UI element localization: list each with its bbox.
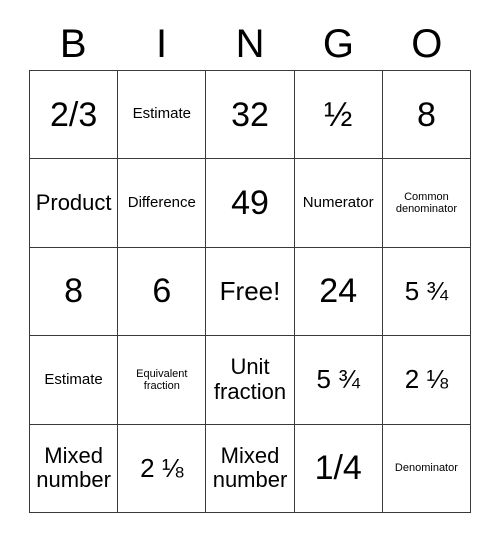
bingo-header-letter-g: G [322, 22, 354, 66]
bingo-cell-g1[interactable]: ½ [294, 71, 383, 160]
bingo-cell-i2[interactable]: Difference [118, 159, 207, 248]
bingo-cell-label: 2/3 [49, 95, 98, 134]
bingo-cell-b5[interactable]: Mixed number [30, 424, 119, 514]
bingo-header-letter-n: N [235, 22, 265, 66]
bingo-header-letter-b: B [59, 22, 87, 66]
bingo-cell-label: Mixed number [36, 442, 111, 493]
bingo-cell-label: 8 [416, 95, 436, 134]
bingo-grid: 2/3 Estimate 32 ½ 8 Product Difference 4… [29, 70, 472, 514]
bingo-cell-label: Denominator [394, 462, 458, 475]
bingo-cell-label: Numerator [302, 193, 374, 211]
bingo-cell-label: 32 [231, 95, 269, 134]
bingo-cell-o3[interactable]: 5 ¾ [382, 247, 472, 337]
bingo-row: Estimate Equivalent fraction Unit fracti… [30, 336, 472, 425]
bingo-cell-label: 49 [231, 184, 269, 223]
bingo-cell-label: 2 ⅛ [404, 364, 449, 395]
bingo-cell-g2[interactable]: Numerator [294, 159, 383, 248]
bingo-cell-label: Mixed number [212, 442, 288, 493]
bingo-cell-b4[interactable]: Estimate [30, 336, 119, 425]
bingo-cell-label: 6 [152, 272, 172, 311]
bingo-cell-o2[interactable]: Common denominator [382, 159, 472, 248]
bingo-cell-n4[interactable]: Unit fraction [206, 336, 295, 425]
bingo-cell-g4[interactable]: 5 ¾ [294, 336, 383, 425]
bingo-cell-n2[interactable]: 49 [206, 159, 295, 248]
bingo-row: 2/3 Estimate 32 ½ 8 [30, 71, 472, 160]
bingo-cell-label: Estimate [44, 370, 103, 388]
bingo-cell-label: 8 [64, 272, 84, 311]
bingo-cell-label: Free! [219, 275, 281, 306]
bingo-cell-i4[interactable]: Equivalent fraction [118, 336, 207, 425]
bingo-header-row: B I N G O [29, 18, 471, 70]
bingo-cell-label: Common denominator [395, 190, 457, 216]
bingo-cell-label: Estimate [132, 105, 191, 123]
bingo-cell-label: 5 ¾ [316, 364, 360, 395]
bingo-cell-b1[interactable]: 2/3 [30, 71, 119, 160]
bingo-cell-g5[interactable]: 1/4 [294, 424, 383, 514]
bingo-cell-b2[interactable]: Product [30, 159, 119, 248]
bingo-cell-n1[interactable]: 32 [206, 71, 295, 160]
bingo-cell-label: 5 ¾ [404, 275, 449, 306]
bingo-cell-label: Unit fraction [213, 354, 287, 404]
bingo-cell-label: Product [35, 189, 112, 215]
bingo-cell-label: ½ [324, 95, 353, 134]
bingo-cell-g3[interactable]: 24 [294, 247, 383, 337]
bingo-row: Product Difference 49 Numerator Common d… [30, 159, 472, 248]
bingo-header-letter-o: O [411, 22, 443, 66]
bingo-cell-n5[interactable]: Mixed number [206, 424, 295, 514]
bingo-cell-free-space[interactable]: Free! [206, 247, 295, 337]
bingo-row: 8 6 Free! 24 5 ¾ [30, 247, 472, 337]
bingo-cell-label: Equivalent fraction [136, 367, 188, 392]
bingo-cell-label: 24 [319, 272, 358, 311]
bingo-cell-label: 2 ⅛ [140, 452, 184, 483]
bingo-cell-b3[interactable]: 8 [30, 247, 119, 337]
bingo-card: B I N G O 2/3 Estimate 32 ½ 8 Product Di… [0, 0, 500, 544]
bingo-header-letter-i: I [156, 22, 168, 66]
bingo-cell-i1[interactable]: Estimate [118, 71, 207, 160]
bingo-cell-i3[interactable]: 6 [118, 247, 207, 337]
bingo-cell-label: 1/4 [314, 449, 362, 488]
bingo-cell-o4[interactable]: 2 ⅛ [382, 336, 472, 425]
bingo-cell-o5[interactable]: Denominator [382, 424, 472, 514]
bingo-cell-i5[interactable]: 2 ⅛ [118, 424, 207, 514]
bingo-cell-label: Difference [127, 193, 196, 211]
bingo-row: Mixed number 2 ⅛ Mixed number 1/4 Denomi… [30, 424, 472, 514]
bingo-cell-o1[interactable]: 8 [382, 71, 472, 160]
